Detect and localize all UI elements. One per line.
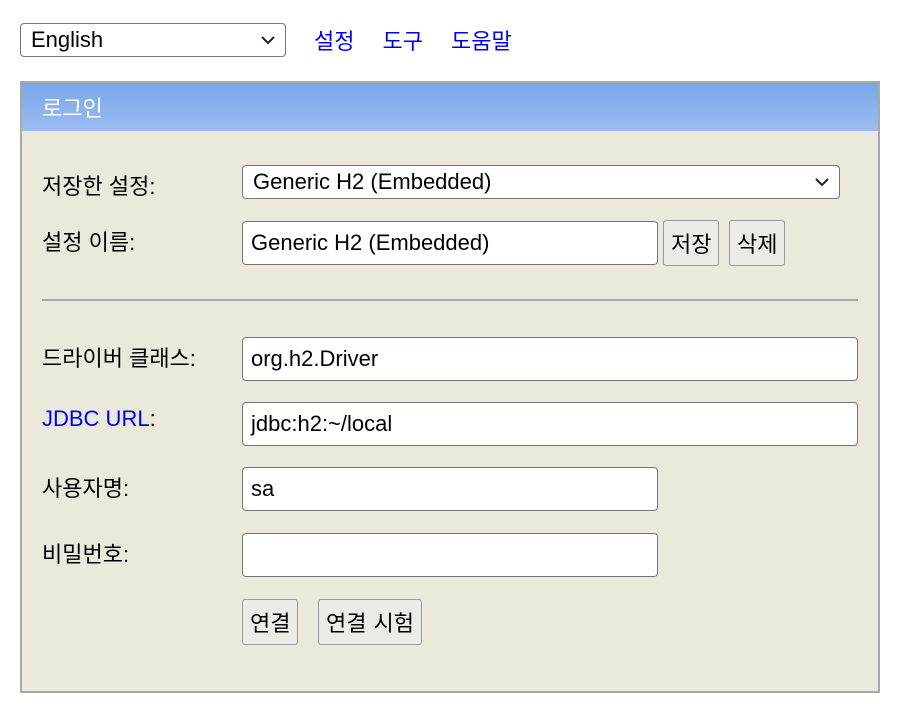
help-link[interactable]: 도움말 [451, 24, 512, 56]
delete-button[interactable]: 삭제 [729, 220, 786, 266]
saved-settings-value: Generic H2 (Embedded) [253, 169, 492, 194]
save-button[interactable]: 저장 [663, 220, 720, 266]
saved-settings-label: 저장한 설정: [42, 174, 156, 199]
driver-class-input[interactable]: org.h2.Driver [242, 337, 858, 381]
password-input[interactable] [242, 533, 658, 577]
jdbc-url-help-link[interactable]: JDBC URL [42, 406, 150, 431]
connect-button[interactable]: 연결 [242, 599, 299, 645]
settings-link[interactable]: 설정 [314, 24, 354, 56]
language-select-value: English [31, 27, 104, 52]
setting-name-label: 설정 이름: [42, 230, 136, 255]
divider [42, 299, 858, 301]
panel-header: 로그인 [22, 83, 878, 131]
jdbc-url-input[interactable]: jdbc:h2:~/local [242, 402, 858, 446]
username-value: sa [251, 476, 275, 501]
login-panel: 로그인 저장한 설정: Generic H2 (Embedded) 설정 이름:… [20, 81, 880, 693]
language-select[interactable]: English [20, 23, 286, 57]
tools-link[interactable]: 도구 [382, 24, 422, 56]
top-links: 설정 도구 도움말 [314, 24, 540, 56]
username-input[interactable]: sa [242, 467, 658, 511]
chevron-down-icon [261, 36, 275, 45]
jdbc-url-label-colon: : [149, 406, 156, 431]
setting-name-value: Generic H2 (Embedded) [251, 230, 490, 255]
test-connection-button[interactable]: 연결 시험 [318, 599, 422, 645]
saved-settings-select[interactable]: Generic H2 (Embedded) [242, 165, 840, 199]
password-label: 비밀번호: [42, 542, 130, 567]
panel-title: 로그인 [42, 96, 103, 121]
top-bar: English 설정 도구 도움말 [20, 22, 540, 58]
driver-class-value: org.h2.Driver [251, 346, 379, 371]
setting-name-input[interactable]: Generic H2 (Embedded) [242, 221, 658, 265]
driver-class-label: 드라이버 클래스: [42, 346, 196, 371]
jdbc-url-label: JDBC URL: [42, 406, 156, 432]
jdbc-url-value: jdbc:h2:~/local [251, 411, 393, 436]
chevron-down-icon [815, 178, 829, 187]
username-label: 사용자명: [42, 476, 130, 501]
